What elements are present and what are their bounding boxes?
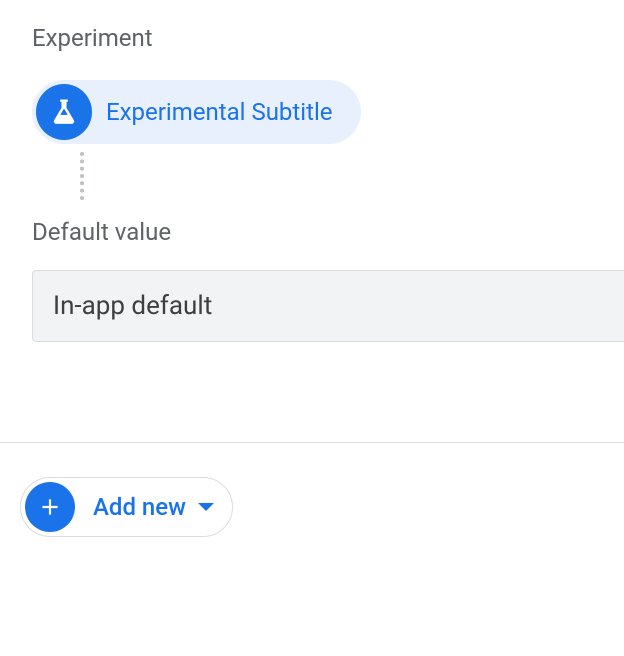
experiment-section: Experiment Experimental Subtitle Default…	[0, 0, 624, 342]
experiment-chip[interactable]: Experimental Subtitle	[32, 80, 361, 144]
plus-icon	[25, 482, 75, 532]
dotted-connector	[80, 152, 84, 200]
chevron-down-icon	[198, 503, 214, 511]
default-value-text: In-app default	[53, 291, 212, 321]
flask-icon	[36, 84, 92, 140]
experiment-chip-label: Experimental Subtitle	[106, 98, 333, 126]
add-new-button[interactable]: Add new	[20, 477, 233, 537]
add-new-row: Add new	[0, 443, 624, 537]
default-value-field[interactable]: In-app default	[32, 270, 624, 342]
experiment-section-label: Experiment	[32, 24, 592, 52]
default-value-label: Default value	[32, 218, 592, 246]
add-new-label: Add new	[93, 493, 186, 521]
